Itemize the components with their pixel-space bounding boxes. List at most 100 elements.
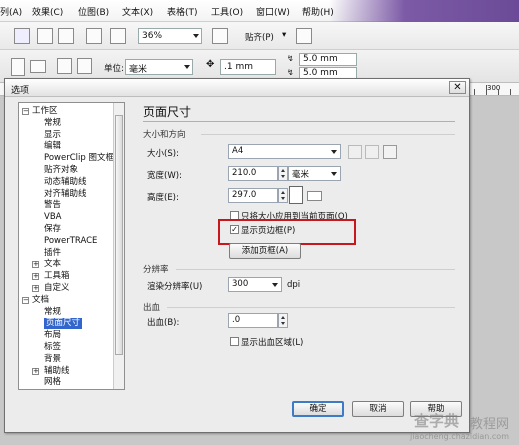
current-page-icon[interactable] [77,58,92,74]
tree-scrollbar-thumb[interactable] [115,115,123,355]
height-value: 297.0 [232,190,257,200]
menu-item-tools[interactable]: 工具(O) [211,5,243,18]
close-icon: ✕ [453,82,462,93]
tree-item[interactable]: 动态辅助线 [44,177,87,188]
cancel-label: 取消 [369,404,387,414]
options-gear-icon[interactable] [296,28,312,44]
tree-item[interactable]: PowerClip 图文框 [44,153,114,164]
menu-item-table[interactable]: 表格(T) [167,5,198,18]
pick-tool-icon[interactable] [14,28,30,44]
bleed-input[interactable]: .0 [228,313,278,328]
page-unit-select[interactable]: 毫米 [288,166,341,181]
tree-item[interactable]: PowerTRACE [44,236,97,247]
width-stepper[interactable] [278,166,288,181]
expand-icon[interactable]: + [32,285,39,292]
tree-item[interactable]: 标签 [44,342,61,353]
landscape-page-icon[interactable] [30,60,46,73]
landscape-orientation-button[interactable] [307,191,322,201]
delete-preset-icon[interactable] [383,145,397,159]
height-stepper[interactable] [278,188,288,203]
tree-item[interactable]: 常规 [44,307,61,318]
render-resolution-value: 300 [232,279,249,289]
chevron-down-icon [331,172,337,176]
snap-to-menu[interactable]: 贴齐(P) [245,31,274,43]
duplicate-x-value: 5.0 mm [303,54,338,64]
height-input[interactable]: 297.0 [228,188,278,203]
tree-scrollbar[interactable] [113,103,124,389]
menu-item-bitmaps[interactable]: 位图(B) [78,5,109,18]
duplicate-x-input[interactable]: 5.0 mm [299,53,357,66]
options-tree[interactable]: − 工作区 常规 显示 编辑 PowerClip 图文框 贴齐对象 动态辅助线 对齐辅助线 警告 V… [18,102,125,390]
chevron-down-icon [331,150,337,154]
menu-item-layout[interactable]: 列(A) [0,5,22,18]
resolution-section-title: 分辨率 [143,265,169,275]
save-preset-icon[interactable] [348,145,362,159]
expand-icon[interactable]: + [32,261,39,269]
preset-options-icon[interactable] [365,145,379,159]
nudge-icon: ✥ [206,59,215,70]
all-pages-icon[interactable] [57,58,72,74]
tree-item[interactable]: 编辑 [44,141,61,152]
page-size-select[interactable]: A4 [228,144,341,159]
tree-item[interactable]: 辅助线 [44,366,70,377]
bleed-value: .0 [232,315,241,325]
nudge-distance-input[interactable]: .1 mm [220,59,276,75]
tree-item[interactable]: 文本 [44,259,61,270]
tree-item[interactable]: 显示 [44,130,61,141]
tree-item[interactable]: 背景 [44,354,61,365]
show-bleed-checkbox[interactable] [230,337,239,346]
tree-item[interactable]: 插件 [44,248,61,259]
dialog-titlebar[interactable]: 选项 ✕ [5,79,469,97]
ok-button[interactable]: 确定 [292,401,344,417]
heading-divider [143,121,455,122]
check-icon: ✓ [231,225,238,234]
unit-combo[interactable]: 毫米 [125,59,193,75]
add-page-frame-button[interactable]: 添加页框(A) [229,243,301,259]
tree-item[interactable]: VBA [44,212,61,223]
watermark-tag: 教程网 [469,417,509,432]
tree-item[interactable]: 工具箱 [44,271,70,282]
chevron-down-icon[interactable]: ▾ [282,30,286,40]
tree-item[interactable]: 页面尺寸 [44,318,83,330]
cancel-button[interactable]: 取消 [352,401,404,417]
section-divider [176,269,455,270]
show-page-border-checkbox[interactable]: ✓ [230,225,239,234]
tree-item[interactable]: 工作区 [32,106,58,117]
title-gradient [329,0,519,22]
collapse-icon[interactable]: − [22,108,29,115]
portrait-orientation-button[interactable] [289,186,303,204]
tree-item[interactable]: 布局 [44,330,61,341]
expand-icon[interactable]: + [32,273,39,281]
publish-icon[interactable] [86,28,102,44]
bleed-stepper[interactable] [278,313,288,328]
tree-item[interactable]: 对齐辅助线 [44,189,87,200]
tree-item[interactable]: 自定义 [44,283,70,294]
tree-item[interactable]: 贴齐对象 [44,165,78,176]
zoom-level-combo[interactable]: 36% [138,28,202,44]
tree-item[interactable]: 文档 [32,295,49,306]
application-launcher-icon[interactable] [110,28,126,44]
full-screen-preview-icon[interactable] [212,28,228,44]
import-icon[interactable] [37,28,53,44]
width-input[interactable]: 210.0 [228,166,278,181]
render-resolution-select[interactable]: 300 [228,277,282,292]
chevron-down-icon [184,65,190,69]
zoom-level-value: 36% [142,31,163,41]
collapse-icon[interactable]: − [22,296,29,304]
menu-item-text[interactable]: 文本(X) [122,5,153,18]
menu-item-effects[interactable]: 效果(C) [32,5,63,18]
expand-icon[interactable]: + [32,367,39,375]
ok-label: 确定 [309,404,327,414]
unit-value: 毫米 [129,65,148,75]
export-icon[interactable] [58,28,74,44]
menu-item-window[interactable]: 窗口(W) [256,5,290,18]
bleed-section-title: 出血 [143,303,161,313]
close-button[interactable]: ✕ [449,81,466,94]
tree-item[interactable]: 警告 [44,200,61,211]
tree-item[interactable]: 网格 [44,377,61,388]
portrait-page-icon[interactable] [11,58,25,76]
tree-item[interactable]: 保存 [44,224,61,235]
width-value: 210.0 [232,168,257,178]
menu-item-help[interactable]: 帮助(H) [302,5,334,18]
tree-item[interactable]: 常规 [44,118,61,129]
